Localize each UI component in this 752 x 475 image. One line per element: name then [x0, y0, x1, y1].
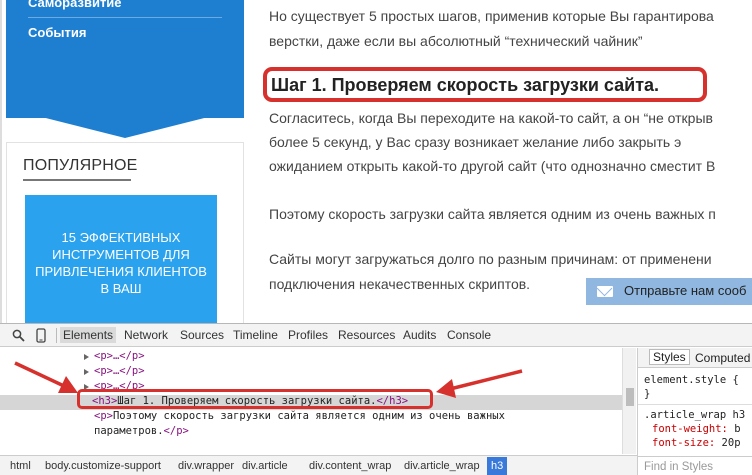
expand-triangle-icon[interactable]	[84, 354, 89, 360]
dom-tag: <p>…</p>	[94, 350, 145, 362]
dom-tag: <p>…</p>	[94, 365, 145, 377]
tab-sources[interactable]: Sources	[180, 328, 224, 342]
paragraph-line: ожиданием открыть какой-то другой сайт (…	[269, 158, 716, 174]
breadcrumb-item[interactable]: div.article_wrap	[404, 460, 480, 472]
mail-icon	[597, 286, 613, 297]
find-in-styles-input[interactable]: Find in Styles	[638, 456, 752, 475]
style-property[interactable]: font-weight: b	[652, 423, 741, 435]
style-property[interactable]: font-size: 20p	[652, 437, 741, 449]
page-left-border	[0, 0, 2, 323]
sidebar-menu: Саморазвитие События	[6, 0, 244, 118]
tab-elements[interactable]: Elements	[60, 327, 117, 343]
breadcrumb-item[interactable]: body.customize-support	[45, 460, 161, 472]
popular-widget: ПОПУЛЯРНОЕ 15 ЭФФЕКТИВНЫХ ИНСТРУМЕНТОВ Д…	[6, 142, 244, 323]
tab-resources[interactable]: Resources	[338, 328, 395, 342]
style-prop-name: font-size:	[652, 437, 716, 449]
feedback-label: Отправьте нам сооб	[624, 283, 747, 298]
dom-annotation-box	[77, 389, 433, 409]
intro-line: Но существует 5 простых шагов, применив …	[269, 8, 714, 24]
paragraph-line: Сайты могут загружаться долго по разным …	[269, 251, 712, 267]
dom-text: Поэтому скорость загрузки сайта является…	[112, 410, 505, 422]
tab-network[interactable]: Network	[124, 328, 168, 342]
menu-divider	[28, 17, 222, 18]
breadcrumb-item[interactable]: div.article	[242, 460, 288, 472]
style-rule-selector[interactable]: .article_wrap h3	[644, 409, 745, 421]
paragraph-line: Поэтому скорость загрузки сайта является…	[269, 206, 716, 222]
paragraph-line: более 5 секунд, у Вас сразу возникает же…	[269, 134, 682, 150]
style-rule-close: }	[644, 388, 651, 400]
breadcrumb: html body.customize-support div.wrapper …	[0, 455, 637, 475]
dom-scrollbar[interactable]	[622, 348, 636, 454]
tab-computed[interactable]: Computed	[695, 351, 750, 365]
tab-console[interactable]: Console	[447, 328, 491, 342]
tab-styles[interactable]: Styles	[649, 349, 690, 365]
breadcrumb-item-active[interactable]: h3	[487, 457, 508, 475]
styles-pane: Styles Computed element.style { } .artic…	[637, 348, 752, 475]
dom-node-p[interactable]: <p>…</p>	[0, 350, 622, 365]
style-prop-value: 20p	[721, 437, 741, 449]
devtools-panel: Elements Network Sources Timeline Profil…	[0, 323, 752, 475]
expand-triangle-icon[interactable]	[84, 369, 89, 375]
breadcrumb-item[interactable]: div.content_wrap	[309, 460, 391, 472]
tab-timeline[interactable]: Timeline	[233, 328, 278, 342]
device-mode-icon[interactable]	[36, 328, 46, 343]
sidebar-notch	[6, 108, 244, 138]
style-prop-name: font-weight:	[652, 423, 728, 435]
sidebar-item-events[interactable]: События	[28, 25, 86, 40]
feedback-tab[interactable]: Отправьте нам сооб	[586, 278, 752, 305]
breadcrumb-item[interactable]: div.wrapper	[178, 460, 234, 472]
style-prop-value: b	[734, 423, 741, 435]
dom-tag: </p>	[163, 425, 189, 437]
paragraph-line: Согласитесь, когда Вы переходите на како…	[269, 110, 713, 126]
toolbar-divider	[56, 328, 57, 343]
tab-audits[interactable]: Audits	[403, 328, 436, 342]
sidebar-item-self-development[interactable]: Саморазвитие	[28, 0, 122, 10]
styles-divider	[638, 404, 752, 405]
style-rule-selector: element.style {	[644, 374, 739, 386]
dom-node-p[interactable]: <p>…</p>	[0, 365, 622, 380]
breadcrumb-item[interactable]: html	[10, 460, 31, 472]
scrollbar-thumb[interactable]	[626, 388, 634, 406]
article-heading: Шаг 1. Проверяем скорость загрузки сайта…	[271, 75, 660, 95]
popular-post-card[interactable]: 15 ЭФФЕКТИВНЫХ ИНСТРУМЕНТОВ ДЛЯ ПРИВЛЕЧЕ…	[25, 195, 217, 323]
styles-tabbar: Styles Computed	[638, 348, 752, 368]
popular-title-underline	[23, 179, 131, 181]
devtools-toolbar: Elements Network Sources Timeline Profil…	[0, 324, 752, 347]
intro-line: верстки, даже если вы абсолютный “технич…	[269, 33, 643, 49]
dom-tag: <p>	[94, 410, 113, 422]
inspect-search-icon[interactable]	[12, 329, 25, 342]
tab-profiles[interactable]: Profiles	[288, 328, 328, 342]
dom-node-p[interactable]: <p>Поэтому скорость загрузки сайта являе…	[0, 410, 622, 440]
popular-title: ПОПУЛЯРНОЕ	[23, 157, 138, 174]
webpage-viewport: Саморазвитие События ПОПУЛЯРНОЕ 15 ЭФФЕК…	[0, 0, 752, 323]
paragraph-line: подключения некачественных скриптов.	[269, 276, 531, 292]
heading-annotation-box: Шаг 1. Проверяем скорость загрузки сайта…	[263, 67, 707, 102]
article-content: Но существует 5 простых шагов, применив …	[263, 0, 752, 323]
dom-text: параметров.	[94, 425, 164, 437]
